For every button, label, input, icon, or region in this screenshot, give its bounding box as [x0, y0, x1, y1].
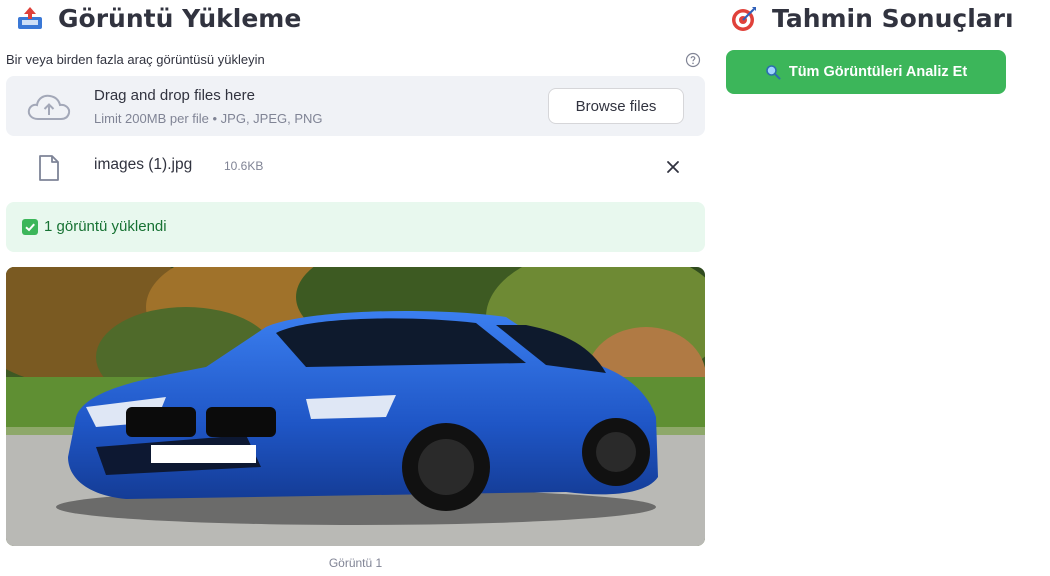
file-size: 10.6KB: [224, 159, 264, 173]
check-icon: [22, 219, 38, 235]
file-dropzone[interactable]: Drag and drop files here Limit 200MB per…: [6, 76, 705, 136]
results-title: Tahmin Sonuçları: [772, 4, 1014, 33]
analyze-all-label: Tüm Görüntüleri Analiz Et: [788, 64, 968, 80]
close-icon[interactable]: [662, 156, 684, 178]
target-icon: [732, 6, 756, 31]
success-message: 1 görüntü yüklendi: [44, 218, 167, 235]
uploaded-car-image: [6, 267, 705, 546]
success-alert: 1 görüntü yüklendi: [6, 202, 705, 252]
uploader-label: Bir veya birden fazla araç görüntüsü yük…: [6, 52, 265, 67]
image-caption: Görüntü 1: [328, 556, 383, 570]
file-name: images (1).jpg: [94, 156, 193, 173]
cloud-upload-icon: [27, 94, 71, 120]
dropzone-instruction: Drag and drop files here: [94, 87, 255, 104]
file-icon: [39, 155, 59, 181]
upload-title: Görüntü Yükleme: [58, 4, 302, 33]
dropzone-limit-text: Limit 200MB per file • JPG, JPEG, PNG: [94, 111, 323, 126]
analyze-all-button[interactable]: Tüm Görüntüleri Analiz Et: [726, 50, 1006, 94]
help-icon[interactable]: [685, 52, 701, 68]
upload-header: Görüntü Yükleme: [16, 4, 301, 33]
magnifier-icon: [766, 65, 781, 80]
results-header: Tahmin Sonuçları: [730, 4, 1014, 33]
inbox-tray-icon: [18, 6, 42, 29]
uploaded-file-row: images (1).jpg 10.6KB: [6, 148, 705, 186]
browse-files-button[interactable]: Browse files: [548, 88, 684, 124]
